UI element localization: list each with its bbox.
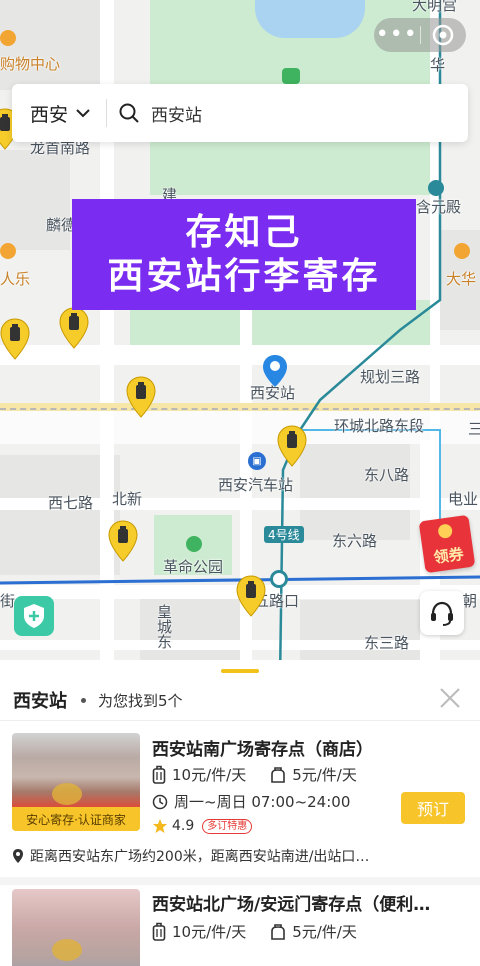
map-label: 北新 <box>112 490 143 508</box>
luggage-pin-icon[interactable] <box>59 307 89 349</box>
shield-plus-icon <box>24 604 44 628</box>
price-row: 10元/件/天 5元/件/天 <box>152 764 357 785</box>
price-small-luggage: 5元/件/天 <box>270 764 357 785</box>
close-mini-program-button[interactable] <box>420 24 466 46</box>
promo-banner: 存知己 西安站行李寄存 <box>72 199 416 310</box>
more-button[interactable]: ••• <box>374 24 420 46</box>
clock-icon <box>152 794 168 809</box>
address-row: 距离西安站东广场约200米，距离西安站南进/出站口… <box>12 846 369 866</box>
storage-card[interactable]: 安心寄存·认证商家 西安站南广场寄存点（商店） 10元/件/天 5元/件/天 周… <box>0 721 480 877</box>
map-label: 东八路 <box>364 466 410 484</box>
sheet-header: 西安站 为您找到5个 <box>0 680 480 720</box>
search-input[interactable]: 西安站 <box>119 101 202 126</box>
book-button[interactable]: 预订 <box>401 792 465 824</box>
location-pin-icon <box>13 849 23 863</box>
opening-hours: 周一~周日 07:00~24:00 <box>174 793 351 811</box>
search-bar: 西安 西安站 <box>12 84 468 142</box>
rating-row: 4.9 多订特惠 <box>152 818 253 834</box>
star-icon <box>153 819 167 833</box>
storage-card[interactable]: 西安站北广场/安远门寄存点（便利… 10元/件/天 5元/件/天 <box>0 885 480 966</box>
customer-service-button[interactable] <box>420 591 464 635</box>
luggage-pin-icon[interactable] <box>277 425 307 467</box>
map-label: 街 <box>0 592 16 610</box>
large-luggage-icon <box>152 922 166 941</box>
map-label: 西七路 <box>48 494 94 512</box>
map-label: 三 <box>468 420 480 438</box>
price-small-luggage: 5元/件/天 <box>270 921 357 942</box>
banner-subtitle: 西安站行李寄存 <box>107 255 381 297</box>
coupon-button[interactable]: 领券 <box>418 514 476 574</box>
banner-title: 存知己 <box>185 211 303 253</box>
map-label: 皇城东 <box>155 604 173 649</box>
mini-program-capsule: ••• <box>374 18 466 52</box>
map-label: 购物中心 <box>0 55 61 73</box>
price-row: 10元/件/天 5元/件/天 <box>152 921 357 942</box>
results-sheet: 西安站 为您找到5个 安心寄存·认证商家 西安站南广场寄存点（商店） 10元/件… <box>0 660 480 966</box>
bag-icon <box>271 766 286 783</box>
map-label: 环城北路东段 <box>334 417 425 435</box>
luggage-pin-icon[interactable] <box>126 376 156 418</box>
result-count: 为您找到5个 <box>98 691 183 710</box>
metro-station-icon <box>270 570 288 588</box>
price-large-luggage: 10元/件/天 <box>152 764 246 785</box>
chevron-down-icon <box>76 109 90 118</box>
price-small-text: 5元/件/天 <box>292 923 357 941</box>
sheet-drag-handle[interactable] <box>221 669 259 673</box>
sheet-title: 西安站 <box>13 691 67 712</box>
close-icon[interactable] <box>436 684 464 712</box>
price-small-text: 5元/件/天 <box>292 766 357 784</box>
metro-line-label: 4号线 <box>264 526 304 543</box>
bus-station-icon: ▣ <box>248 452 266 470</box>
map-label: 东六路 <box>332 532 378 550</box>
bag-icon <box>271 923 286 940</box>
luggage-pin-icon[interactable] <box>108 520 138 562</box>
store-photo: 安心寄存·认证商家 <box>12 733 140 831</box>
large-luggage-icon <box>152 765 166 784</box>
promo-badge: 多订特惠 <box>202 818 253 834</box>
shop-poi-icon <box>0 243 16 259</box>
luggage-pin-icon[interactable] <box>0 318 30 360</box>
red-envelope-icon <box>437 523 454 540</box>
search-divider <box>106 99 108 127</box>
city-selector[interactable]: 西安 <box>12 84 90 142</box>
map-label: 规划三路 <box>360 368 421 386</box>
rating-value: 4.9 <box>172 818 195 834</box>
map-label: 含元殿 <box>416 198 462 216</box>
safety-shield-button[interactable] <box>14 596 54 636</box>
park-icon <box>186 536 202 552</box>
price-large-text: 10元/件/天 <box>172 923 247 941</box>
store-photo <box>12 889 140 966</box>
search-query: 西安站 <box>151 105 203 126</box>
store-name: 西安站北广场/安远门寄存点（便利… <box>152 895 431 915</box>
search-icon <box>119 103 139 123</box>
map-label: 西安汽车站 <box>218 476 294 494</box>
dot-separator <box>81 697 86 703</box>
verified-tag: 安心寄存·认证商家 <box>12 807 140 831</box>
metro-station-icon <box>428 180 444 196</box>
card-separator <box>0 877 480 885</box>
store-name: 西安站南广场寄存点（商店） <box>152 740 373 760</box>
map-label: 电业 <box>448 490 479 508</box>
shop-poi-icon <box>0 30 16 46</box>
camera-poi-icon <box>282 68 300 84</box>
address-text: 距离西安站东广场约200米，距离西安站南进/出站口… <box>30 849 370 865</box>
map-label: 大明宫 <box>412 0 458 14</box>
luggage-pin-icon[interactable] <box>236 575 266 617</box>
map-label: 东三路 <box>364 634 410 652</box>
shop-poi-icon <box>454 243 470 259</box>
price-large-luggage: 10元/件/天 <box>152 921 246 942</box>
map-label: 朝 <box>462 592 478 610</box>
map-label: 革命公园 <box>163 558 224 576</box>
city-label: 西安 <box>30 103 69 126</box>
map-label: 华 <box>430 56 446 74</box>
headset-icon <box>431 601 453 626</box>
station-marker-icon[interactable] <box>262 354 288 388</box>
map-label: 大华 <box>446 270 477 288</box>
price-large-text: 10元/件/天 <box>172 766 247 784</box>
target-close-icon <box>432 24 454 46</box>
map-label: 人乐 <box>0 270 31 288</box>
hours-row: 周一~周日 07:00~24:00 <box>152 791 350 812</box>
coupon-label: 领券 <box>432 544 465 567</box>
